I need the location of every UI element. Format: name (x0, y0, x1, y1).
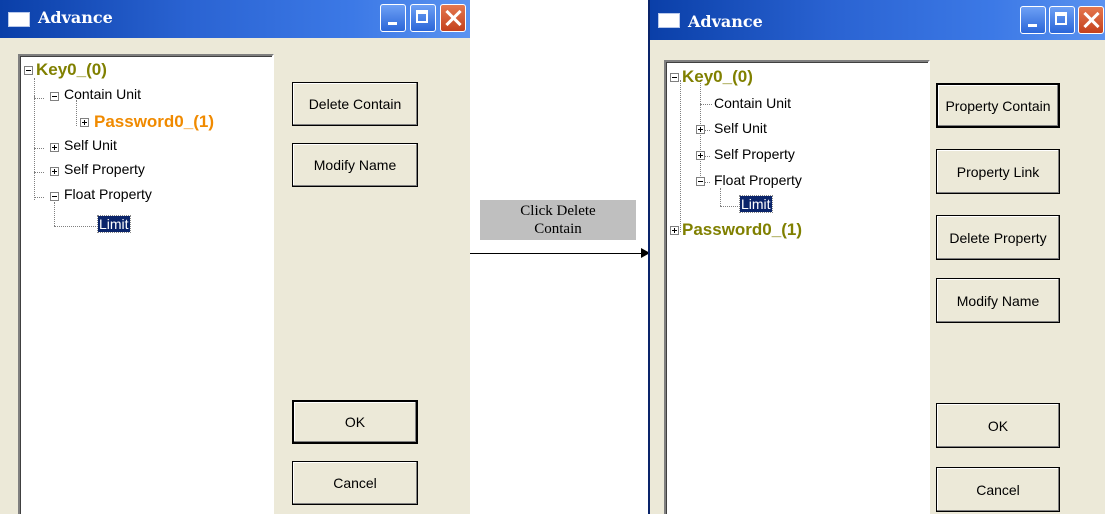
property-link-button[interactable]: Property Link (936, 149, 1060, 194)
tree-node-contain-unit[interactable]: Contain Unit (64, 86, 141, 102)
ok-button[interactable]: OK (936, 403, 1060, 448)
tree-node-limit[interactable]: Limit (739, 195, 773, 213)
title-bar[interactable]: Advance (650, 0, 1105, 40)
tree-line (700, 104, 712, 105)
step-annotation: Click Delete Contain (480, 200, 636, 240)
window-title: Advance (688, 12, 763, 31)
collapse-icon[interactable] (670, 73, 679, 82)
modify-name-button[interactable]: Modify Name (292, 143, 418, 187)
tree-line (720, 188, 721, 206)
window-title: Advance (38, 8, 113, 27)
tree-line (34, 172, 44, 173)
maximize-icon[interactable] (1049, 6, 1075, 34)
advance-dialog-after: Advance Key0_(0) Contain Unit Self Unit … (648, 0, 1105, 514)
tree-node-self-unit[interactable]: Self Unit (714, 120, 767, 136)
tree-node-root[interactable]: Key0_(0) (36, 60, 107, 80)
tree-node-password[interactable]: Password0_(1) (94, 112, 214, 132)
minimize-icon[interactable] (1020, 6, 1046, 34)
advance-dialog-before: Advance Key0_(0) Contain Unit Password0_… (0, 0, 470, 514)
modify-name-button[interactable]: Modify Name (936, 278, 1060, 323)
collapse-icon[interactable] (50, 92, 59, 101)
collapse-icon[interactable] (696, 177, 705, 186)
expand-icon[interactable] (696, 125, 705, 134)
tree-node-self-property[interactable]: Self Property (64, 161, 145, 177)
tree-node-float-property[interactable]: Float Property (64, 186, 152, 202)
minimize-icon[interactable] (380, 4, 406, 32)
window-icon (658, 13, 680, 28)
tree-line (54, 226, 96, 227)
close-icon[interactable] (1078, 6, 1104, 34)
annotation-line-2: Contain (534, 221, 582, 237)
close-icon[interactable] (440, 4, 466, 32)
tree-line (54, 202, 55, 226)
tree-node-self-unit[interactable]: Self Unit (64, 137, 117, 153)
tree-node-self-property[interactable]: Self Property (714, 146, 795, 162)
transition-arrow (470, 253, 642, 254)
expand-icon[interactable] (696, 151, 705, 160)
tree-line (34, 98, 44, 99)
delete-contain-button[interactable]: Delete Contain (292, 82, 418, 126)
cancel-button[interactable]: Cancel (292, 461, 418, 505)
property-contain-button[interactable]: Property Contain (936, 83, 1060, 128)
window-icon (8, 12, 30, 27)
expand-icon[interactable] (50, 167, 59, 176)
expand-icon[interactable] (50, 143, 59, 152)
collapse-icon[interactable] (50, 192, 59, 201)
delete-property-button[interactable]: Delete Property (936, 215, 1060, 260)
tree-line (34, 148, 44, 149)
collapse-icon[interactable] (24, 66, 33, 75)
tree-line (34, 197, 44, 198)
ok-button[interactable]: OK (292, 400, 418, 444)
maximize-icon[interactable] (410, 4, 436, 32)
cancel-button[interactable]: Cancel (936, 467, 1060, 512)
tree-node-password[interactable]: Password0_(1) (682, 220, 802, 240)
annotation-line-1: Click Delete (520, 203, 596, 219)
tree-line (720, 206, 738, 207)
tree-line (680, 80, 681, 232)
tree-node-contain-unit[interactable]: Contain Unit (714, 95, 791, 111)
unit-tree[interactable]: Key0_(0) Contain Unit Self Unit Self Pro… (664, 60, 930, 514)
title-bar[interactable]: Advance (0, 0, 470, 38)
unit-tree[interactable]: Key0_(0) Contain Unit Password0_(1) Self… (18, 54, 274, 514)
tree-node-float-property[interactable]: Float Property (714, 172, 802, 188)
expand-icon[interactable] (80, 118, 89, 127)
tree-node-limit[interactable]: Limit (97, 215, 131, 233)
tree-line (76, 100, 77, 126)
tree-node-root[interactable]: Key0_(0) (682, 67, 753, 87)
expand-icon[interactable] (670, 226, 679, 235)
